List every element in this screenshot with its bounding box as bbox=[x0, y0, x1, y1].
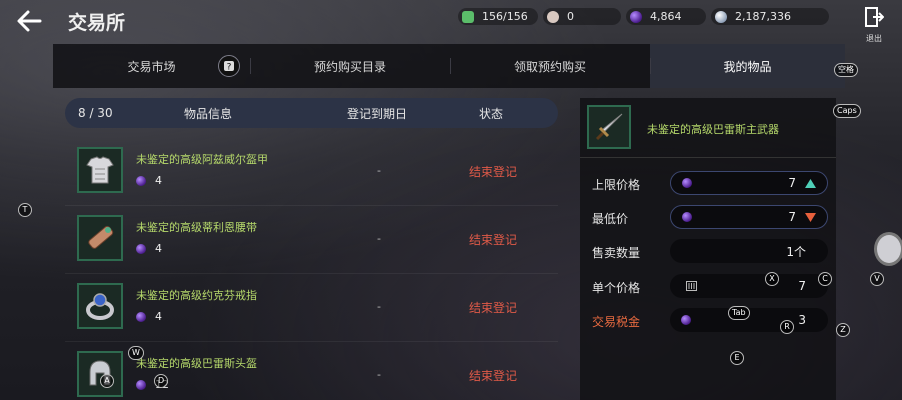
item-expiry: - bbox=[377, 368, 381, 381]
item-name: 未鉴定的高级巴雷斯头盔 bbox=[136, 357, 257, 370]
item-expiry: - bbox=[377, 232, 381, 245]
exit-button[interactable]: 退出 bbox=[862, 6, 886, 43]
key-hint-c[interactable]: C bbox=[818, 272, 832, 286]
tax-label: 交易税金 bbox=[592, 315, 641, 329]
min-price-field[interactable]: 7 bbox=[670, 205, 828, 229]
item-status: 结束登记 bbox=[469, 301, 518, 315]
item-expiry: - bbox=[377, 164, 381, 177]
item-name: 未鉴定的高级阿兹威尔盔甲 bbox=[136, 153, 268, 166]
detail-item-name: 未鉴定的高级巴雷斯主武器 bbox=[647, 123, 779, 136]
max-price-field[interactable]: 7 bbox=[670, 171, 828, 195]
purple-gem-icon bbox=[682, 178, 692, 188]
pearl-value: 0 bbox=[567, 10, 574, 23]
silver-coin-icon bbox=[715, 10, 727, 23]
weight-display: 156/156 bbox=[458, 8, 538, 25]
camera-toggle-button[interactable] bbox=[874, 232, 902, 266]
min-price-value: 7 bbox=[788, 210, 796, 224]
tab-claim-reservation[interactable]: 领取预约购买 bbox=[450, 44, 650, 88]
tab-reservation-catalog[interactable]: 预约购买目录 bbox=[250, 44, 450, 88]
purple-gem-icon bbox=[136, 243, 146, 254]
weight-value: 156/156 bbox=[482, 10, 528, 23]
page-title: 交易所 bbox=[68, 12, 126, 34]
list-item[interactable]: 未鉴定的高级约克芬戒指 4 - 结束登记 bbox=[65, 274, 558, 342]
back-arrow-icon[interactable] bbox=[14, 6, 44, 36]
list-item[interactable]: 未鉴定的高级蒂利恩腰带 4 - 结束登记 bbox=[65, 206, 558, 274]
down-triangle-icon[interactable] bbox=[805, 212, 816, 222]
key-hint-x[interactable]: X bbox=[765, 272, 779, 286]
calculator-icon bbox=[686, 281, 697, 291]
key-hint-tab[interactable]: Tab bbox=[728, 306, 750, 320]
detail-panel: 未鉴定的高级巴雷斯主武器 上限价格 7 最低价 7 售卖数量 1个 单个价格 7… bbox=[580, 98, 836, 400]
svg-text:?: ? bbox=[227, 63, 232, 73]
slot-count: 8 / 30 bbox=[78, 106, 113, 120]
list-header: 8 / 30 物品信息 登记到期日 状态 bbox=[65, 98, 558, 128]
key-hint-w[interactable]: W bbox=[128, 346, 144, 360]
list-item[interactable]: 未鉴定的高级阿兹威尔盔甲 4 - 结束登记 bbox=[65, 138, 558, 206]
max-price-value: 7 bbox=[788, 176, 796, 190]
column-expiry-date: 登记到期日 bbox=[347, 106, 408, 121]
quantity-label: 售卖数量 bbox=[592, 246, 641, 260]
belt-icon bbox=[77, 215, 123, 261]
item-quantity: 4 bbox=[136, 174, 162, 187]
item-expiry: - bbox=[377, 300, 381, 313]
item-status: 结束登记 bbox=[469, 165, 518, 179]
sword-icon bbox=[587, 105, 631, 149]
exit-label: 退出 bbox=[866, 34, 882, 43]
item-list: 未鉴定的高级阿兹威尔盔甲 4 - 结束登记 未鉴定的高级蒂利恩腰带 4 - 结束… bbox=[65, 138, 558, 400]
key-hint-e[interactable]: E bbox=[730, 351, 744, 365]
item-name: 未鉴定的高级蒂利恩腰带 bbox=[136, 221, 257, 234]
exit-door-icon bbox=[865, 7, 885, 27]
top-bar: 交易所 156/156 0 4,864 2,187,336 退出 bbox=[0, 0, 902, 43]
min-price-label: 最低价 bbox=[592, 212, 629, 226]
ring-icon bbox=[77, 283, 123, 329]
tab-my-items[interactable]: 我的物品 bbox=[650, 44, 845, 88]
unit-price-value: 7 bbox=[798, 279, 806, 293]
key-hint-caps[interactable]: Caps bbox=[833, 104, 861, 118]
purple-gem-icon bbox=[682, 212, 692, 222]
purple-gem-icon bbox=[136, 379, 146, 390]
silver-value: 2,187,336 bbox=[735, 10, 791, 23]
item-status: 结束登记 bbox=[469, 233, 518, 247]
unit-price-label: 单个价格 bbox=[592, 281, 641, 295]
silver-display: 2,187,336 bbox=[711, 8, 829, 25]
armor-icon bbox=[77, 147, 123, 193]
tax-value: 3 bbox=[798, 313, 806, 327]
helmet-icon bbox=[77, 351, 123, 397]
quantity-value: 1个 bbox=[786, 244, 806, 259]
purple-gem-icon bbox=[136, 311, 146, 322]
quantity-field[interactable]: 1个 bbox=[670, 239, 828, 263]
key-hint-t[interactable]: T bbox=[18, 203, 32, 217]
key-hint-v[interactable]: V bbox=[870, 272, 884, 286]
gem-value: 4,864 bbox=[650, 10, 682, 23]
key-hint-space[interactable]: 空格 bbox=[834, 63, 858, 77]
gem-display: 4,864 bbox=[626, 8, 706, 25]
key-hint-r[interactable]: R bbox=[780, 320, 794, 334]
item-quantity: 4 bbox=[136, 242, 162, 255]
item-status: 结束登记 bbox=[469, 369, 518, 383]
pearl-display: 0 bbox=[543, 8, 621, 25]
key-hint-a[interactable]: A bbox=[100, 374, 114, 388]
column-status: 状态 bbox=[479, 106, 504, 121]
detail-header: 未鉴定的高级巴雷斯主武器 bbox=[580, 98, 836, 158]
max-price-label: 上限价格 bbox=[592, 178, 641, 192]
pearl-icon bbox=[547, 10, 559, 23]
purple-gem-icon bbox=[136, 175, 146, 186]
help-icon[interactable]: ? bbox=[218, 55, 240, 77]
key-hint-z[interactable]: Z bbox=[836, 323, 850, 337]
tab-bar: 交易市场 预约购买目录 领取预约购买 我的物品 bbox=[53, 44, 845, 88]
purple-gem-icon bbox=[630, 10, 642, 23]
item-name: 未鉴定的高级约克芬戒指 bbox=[136, 289, 257, 302]
purple-gem-icon bbox=[681, 315, 691, 325]
item-quantity: 4 bbox=[136, 310, 162, 323]
column-item-info: 物品信息 bbox=[184, 106, 233, 121]
weight-icon bbox=[462, 10, 474, 23]
unit-price-field: 7 bbox=[670, 274, 828, 298]
up-triangle-icon[interactable] bbox=[805, 178, 816, 188]
